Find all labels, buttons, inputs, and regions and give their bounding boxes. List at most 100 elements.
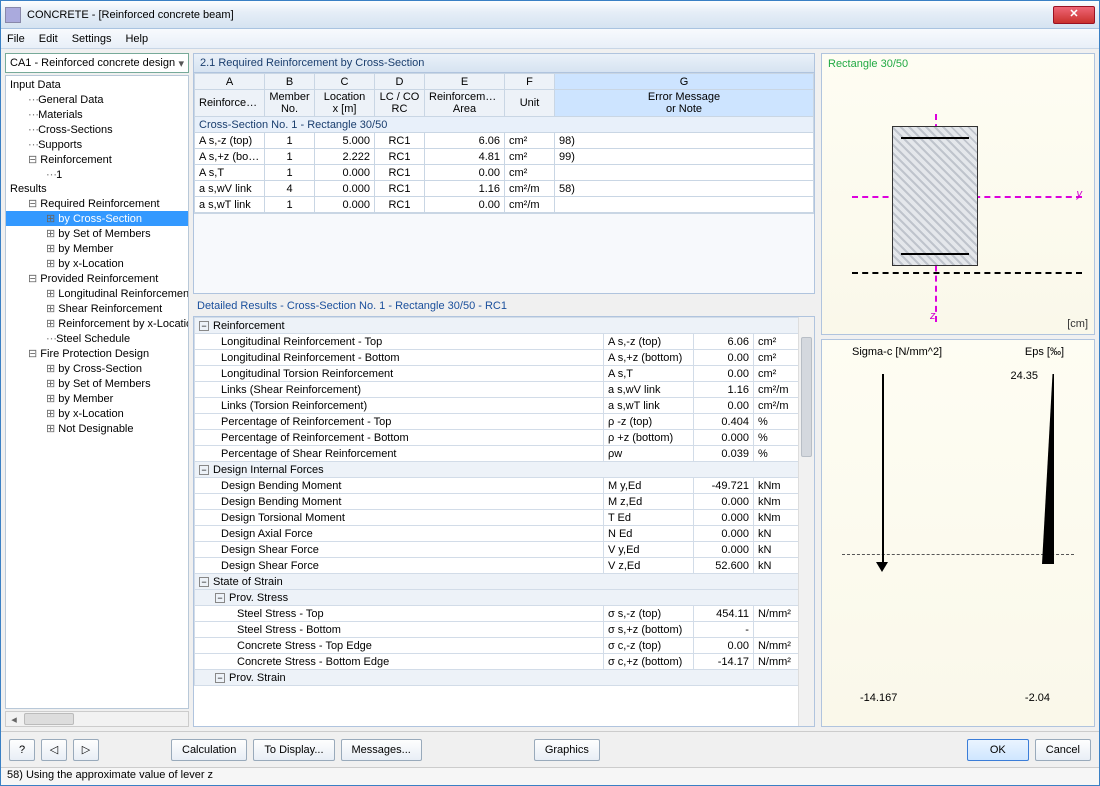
collapse-icon[interactable]: − <box>199 465 209 475</box>
details-vscroll[interactable] <box>798 317 814 726</box>
tree-by-x[interactable]: by x-Location <box>6 256 188 271</box>
main-grid[interactable]: A B C D E F G Reinforcement MemberNo. Lo… <box>193 73 815 294</box>
menu-settings[interactable]: Settings <box>72 33 112 45</box>
tree-hscroll[interactable]: ◂ <box>5 711 189 727</box>
section-dif[interactable]: −Design Internal Forces <box>195 462 814 478</box>
section-reinf[interactable]: −Reinforcement <box>195 318 814 334</box>
tree-reinforcement[interactable]: Reinforcement <box>6 152 188 167</box>
tree-cross-sections[interactable]: Cross-Sections <box>6 122 188 137</box>
tree-fire[interactable]: Fire Protection Design <box>6 346 188 361</box>
detail-row[interactable]: Links (Shear Reinforcement)a s,wV link1.… <box>195 382 814 398</box>
detail-row[interactable]: Steel Stress - Topσ s,-z (top)454.11N/mm… <box>195 606 814 622</box>
detail-row[interactable]: Design Torsional MomentT Ed0.000kNm <box>195 510 814 526</box>
detail-row[interactable]: Concrete Stress - Top Edgeσ c,-z (top)0.… <box>195 638 814 654</box>
sigma-bot-value: -14.167 <box>860 692 897 704</box>
section-sos[interactable]: −State of Strain <box>195 574 814 590</box>
detail-row[interactable]: Longitudinal Reinforcement - TopA s,-z (… <box>195 334 814 350</box>
menu-help[interactable]: Help <box>125 33 148 45</box>
z-label: z <box>930 310 936 322</box>
to-display-button[interactable]: To Display... <box>253 739 334 761</box>
calculation-button[interactable]: Calculation <box>171 739 247 761</box>
tree-r1[interactable]: 1 <box>6 167 188 182</box>
col-err: Error Messageor Note <box>555 90 814 117</box>
tree-notdes[interactable]: Not Designable <box>6 421 188 436</box>
main-window: CONCRETE - [Reinforced concrete beam] ✕ … <box>0 0 1100 786</box>
section-pstr[interactable]: −Prov. Strain <box>195 670 814 686</box>
panel-header: 2.1 Required Reinforcement by Cross-Sect… <box>193 53 815 73</box>
tree-by-member[interactable]: by Member <box>6 241 188 256</box>
vscroll-thumb[interactable] <box>801 337 812 457</box>
detail-row[interactable]: Design Bending MomentM z,Ed0.000kNm <box>195 494 814 510</box>
detail-row[interactable]: Percentage of Shear Reinforcementρw0.039… <box>195 446 814 462</box>
tree-required[interactable]: Required Reinforcement <box>6 196 188 211</box>
sigma-arrow-icon <box>876 562 888 572</box>
tree-fire-member[interactable]: by Member <box>6 391 188 406</box>
tree-input-data[interactable]: Input Data <box>6 78 188 92</box>
menu-edit[interactable]: Edit <box>39 33 58 45</box>
section-ps[interactable]: −Prov. Stress <box>195 590 814 606</box>
tree-by-set[interactable]: by Set of Members <box>6 226 188 241</box>
body: CA1 - Reinforced concrete design Input D… <box>1 49 1099 731</box>
tree-shear[interactable]: Shear Reinforcement <box>6 301 188 316</box>
collapse-icon[interactable]: − <box>215 593 225 603</box>
prev-button[interactable]: ◁ <box>41 739 67 761</box>
messages-button[interactable]: Messages... <box>341 739 422 761</box>
tree-materials[interactable]: Materials <box>6 107 188 122</box>
detail-row[interactable]: Longitudinal Torsion ReinforcementA s,T0… <box>195 366 814 382</box>
tree-by-cross-section[interactable]: by Cross-Section <box>6 211 188 226</box>
detail-row[interactable]: Longitudinal Reinforcement - BottomA s,+… <box>195 350 814 366</box>
combo-text: CA1 - Reinforced concrete design <box>10 57 175 69</box>
tree-steel[interactable]: Steel Schedule <box>6 331 188 346</box>
detail-row[interactable]: Design Shear ForceV y,Ed0.000kN <box>195 542 814 558</box>
scroll-thumb[interactable] <box>24 713 74 725</box>
section-view[interactable]: Rectangle 30/50 y z [cm] <box>821 53 1095 335</box>
table-row[interactable]: A s,+z (bottom)12.222RC14.81cm²99) <box>195 149 814 165</box>
close-button[interactable]: ✕ <box>1053 6 1095 24</box>
tree-provided[interactable]: Provided Reinforcement <box>6 271 188 286</box>
nav-tree[interactable]: Input Data General Data Materials Cross-… <box>5 75 189 709</box>
tree-general-data[interactable]: General Data <box>6 92 188 107</box>
detail-row[interactable]: Concrete Stress - Bottom Edgeσ c,+z (bot… <box>195 654 814 670</box>
tree-supports[interactable]: Supports <box>6 137 188 152</box>
app-icon <box>5 7 21 23</box>
table-row[interactable]: A s,T10.000RC10.00cm² <box>195 165 814 181</box>
detail-row[interactable]: Percentage of Reinforcement - Bottomρ +z… <box>195 430 814 446</box>
ok-button[interactable]: OK <box>967 739 1029 761</box>
baseline <box>852 272 1082 274</box>
next-button[interactable]: ▷ <box>73 739 99 761</box>
eps-top-value: 24.35 <box>1010 370 1038 382</box>
help-button[interactable]: ? <box>9 739 35 761</box>
blank-rows <box>194 213 814 293</box>
detail-row[interactable]: Steel Stress - Bottomσ s,+z (bottom)- <box>195 622 814 638</box>
scroll-left-icon[interactable]: ◂ <box>6 713 22 726</box>
collapse-icon[interactable]: − <box>199 321 209 331</box>
group-row: Cross-Section No. 1 - Rectangle 30/50 <box>195 117 814 133</box>
detail-row[interactable]: Design Shear ForceV z,Ed52.600kN <box>195 558 814 574</box>
stress-strain-view[interactable]: Sigma-c [N/mm^2] Eps [‰] 24.35 -2.04 -14… <box>821 339 1095 727</box>
case-combo[interactable]: CA1 - Reinforced concrete design <box>5 53 189 73</box>
tree-long[interactable]: Longitudinal Reinforcement <box>6 286 188 301</box>
detail-row[interactable]: Design Axial ForceN Ed0.000kN <box>195 526 814 542</box>
tree-rbyx[interactable]: Reinforcement by x-Location <box>6 316 188 331</box>
tree-fire-x[interactable]: by x-Location <box>6 406 188 421</box>
table-row[interactable]: a s,wV link40.000RC11.16cm²/m58) <box>195 181 814 197</box>
details-header: Detailed Results - Cross-Section No. 1 -… <box>193 294 815 314</box>
detail-row[interactable]: Design Bending MomentM y,Ed-49.721kNm <box>195 478 814 494</box>
col-a: A <box>195 74 265 90</box>
tree-results[interactable]: Results <box>6 182 188 196</box>
table-row[interactable]: A s,-z (top)15.000RC16.06cm²98) <box>195 133 814 149</box>
col-lc: LC / CORC <box>375 90 425 117</box>
menu-file[interactable]: File <box>7 33 25 45</box>
graphics-button[interactable]: Graphics <box>534 739 600 761</box>
tree-fire-cs[interactable]: by Cross-Section <box>6 361 188 376</box>
col-e: E <box>425 74 505 90</box>
details-grid[interactable]: −Reinforcement Longitudinal Reinforcemen… <box>193 316 815 727</box>
cancel-button[interactable]: Cancel <box>1035 739 1091 761</box>
table-row[interactable]: a s,wT link10.000RC10.00cm²/m <box>195 197 814 213</box>
collapse-icon[interactable]: − <box>199 577 209 587</box>
detail-row[interactable]: Percentage of Reinforcement - Topρ -z (t… <box>195 414 814 430</box>
tree-fire-set[interactable]: by Set of Members <box>6 376 188 391</box>
detail-row[interactable]: Links (Torsion Reinforcement)a s,wT link… <box>195 398 814 414</box>
sigma-line <box>882 374 884 564</box>
collapse-icon[interactable]: − <box>215 673 225 683</box>
